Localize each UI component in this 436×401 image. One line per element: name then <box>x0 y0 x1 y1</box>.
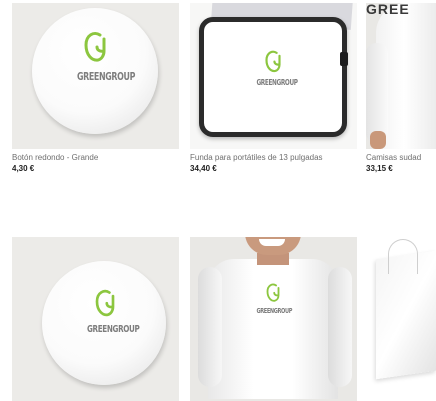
greengroup-logo: GREENGROUP <box>250 50 298 87</box>
product-image[interactable]: GREE <box>366 3 436 149</box>
product-title[interactable]: Botón redondo - Grande <box>12 153 179 162</box>
model-smile <box>259 239 285 246</box>
product-card-sweatshirt[interactable]: GREE Camisas sudad 33,15 € <box>366 3 436 173</box>
tee-left-sleeve <box>198 267 222 387</box>
tee-right-sleeve <box>328 267 352 387</box>
product-title[interactable]: Camisas sudad <box>366 153 436 162</box>
product-card-laptop-sleeve[interactable]: GREENGROUP Funda para portátiles de 13 p… <box>190 3 357 173</box>
product-card-round-button[interactable]: GREENGROUP Botón redondo - Grande 4,30 € <box>12 3 179 173</box>
product-image[interactable]: GREENGROUP <box>12 3 179 149</box>
logo-text: GREENGROUP <box>256 78 298 87</box>
gift-bag-handle <box>388 239 418 274</box>
product-price: 34,40 € <box>190 164 217 173</box>
product-image[interactable]: GREENGROUP <box>12 237 179 401</box>
sweatshirt-sleeve <box>366 43 388 143</box>
zipper-pull <box>340 52 348 66</box>
product-title[interactable]: Funda para portátiles de 13 pulgadas <box>190 153 357 162</box>
product-image[interactable]: GREENGROUP <box>190 3 357 149</box>
product-price: 33,15 € <box>366 164 393 173</box>
greengroup-logo: GREENGROUP <box>80 289 140 335</box>
model-hand <box>370 131 386 149</box>
product-card-long-sleeve-tee[interactable]: GREENGROUP <box>190 237 357 401</box>
product-card-gift-bag[interactable] <box>366 237 436 401</box>
greengroup-g-logo-icon <box>84 31 106 62</box>
logo-text: GREENGROUP <box>77 70 136 83</box>
sweatshirt-print-text: GREE <box>366 3 410 17</box>
greengroup-g-logo-icon <box>265 50 281 73</box>
logo-text: GREENGROUP <box>256 307 293 315</box>
product-card-round-button-small[interactable]: GREENGROUP <box>12 237 179 401</box>
model-face <box>245 237 301 255</box>
product-price: 4,30 € <box>12 164 35 173</box>
greengroup-logo: GREENGROUP <box>70 31 136 83</box>
product-image[interactable]: GREENGROUP <box>190 237 357 401</box>
greengroup-g-logo-icon <box>95 289 115 317</box>
long-sleeve-tee-image <box>208 259 338 399</box>
product-image[interactable] <box>366 237 436 401</box>
greengroup-logo: GREENGROUP <box>250 283 296 315</box>
logo-text: GREENGROUP <box>87 324 140 335</box>
greengroup-g-logo-icon <box>266 283 280 302</box>
product-grid: GREENGROUP Botón redondo - Grande 4,30 €… <box>0 0 436 401</box>
